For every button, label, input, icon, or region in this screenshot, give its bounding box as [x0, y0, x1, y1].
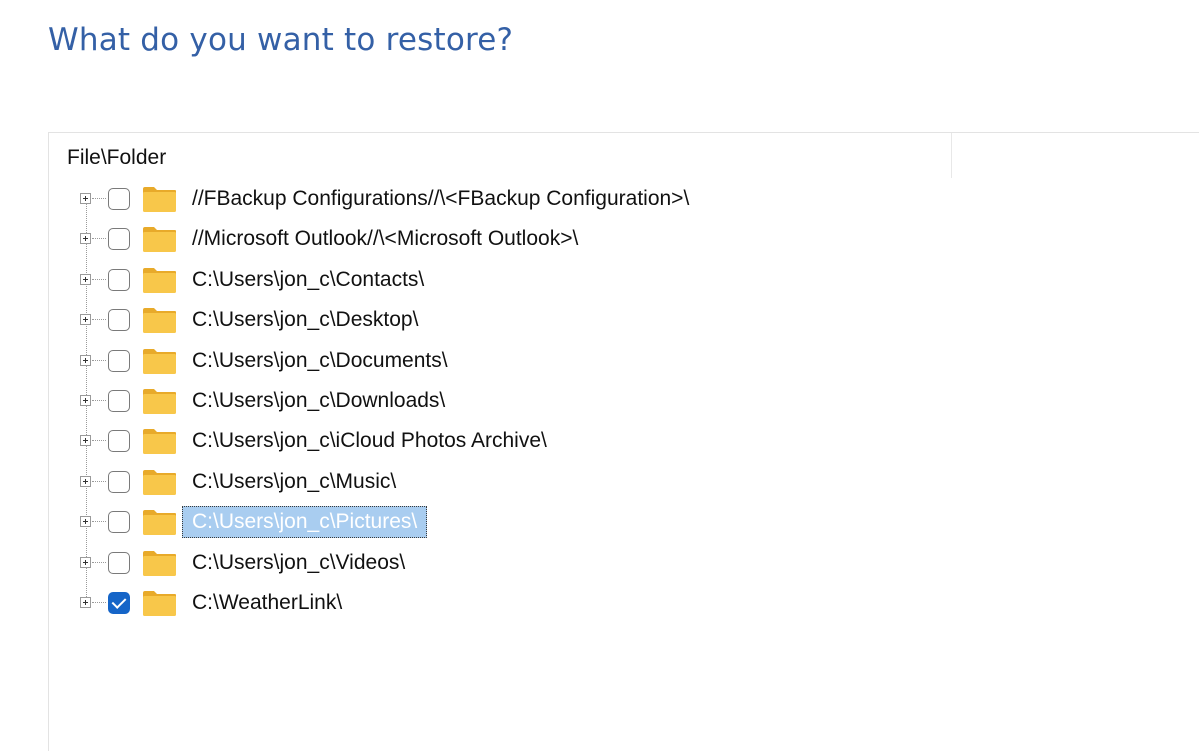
- page-title: What do you want to restore?: [48, 22, 514, 58]
- tree-row[interactable]: C:\Users\jon_c\Contacts\: [49, 260, 1149, 300]
- tree-row[interactable]: C:\Users\jon_c\Desktop\: [49, 300, 1149, 340]
- folder-icon: [143, 227, 176, 253]
- tree-branch-line: [92, 319, 106, 321]
- folder-icon: [143, 429, 176, 455]
- item-checkbox[interactable]: [108, 470, 130, 493]
- tree-item-label[interactable]: //Microsoft Outlook//\<Microsoft Outlook…: [189, 225, 581, 253]
- folder-icon: [143, 389, 176, 414]
- tree-row[interactable]: //Microsoft Outlook//\<Microsoft Outlook…: [49, 219, 1149, 259]
- tree-row[interactable]: //FBackup Configurations//\<FBackup Conf…: [49, 179, 1149, 219]
- tree-branch-line: [92, 561, 106, 563]
- expand-plus-icon[interactable]: [80, 395, 91, 406]
- tree-item-label[interactable]: C:\Users\jon_c\Music\: [189, 468, 399, 496]
- tree-branch-line: [92, 238, 106, 240]
- tree-row[interactable]: C:\Users\jon_c\Videos\: [49, 543, 1149, 583]
- expand-plus-icon[interactable]: [80, 193, 91, 204]
- tree-item-label[interactable]: C:\Users\jon_c\Videos\: [189, 549, 408, 577]
- restore-tree-panel: File\Folder //FBackup Configurations//\<…: [48, 132, 1199, 751]
- folder-icon: [143, 348, 176, 374]
- item-checkbox[interactable]: [108, 188, 130, 210]
- tree-branch-line: [92, 359, 106, 361]
- folder-icon: [143, 591, 176, 616]
- item-checkbox[interactable]: [108, 349, 130, 372]
- tree-branch-line: [92, 278, 106, 280]
- tree-branch-line: [92, 602, 106, 603]
- folder-icon: [143, 510, 176, 536]
- tree-item-label[interactable]: C:\Users\jon_c\Contacts\: [189, 266, 427, 294]
- expand-plus-icon[interactable]: [80, 354, 91, 366]
- tree-row[interactable]: C:\Users\jon_c\Music\: [49, 462, 1149, 502]
- tree-branch-line: [92, 198, 106, 199]
- expand-plus-icon[interactable]: [80, 435, 91, 447]
- tree-row[interactable]: C:\Users\jon_c\Pictures\: [49, 502, 1149, 542]
- tree-item-label[interactable]: C:\Users\jon_c\Documents\: [189, 347, 451, 375]
- column-header-label: File\Folder: [67, 146, 167, 169]
- folder-icon: [143, 550, 176, 576]
- expand-plus-icon[interactable]: [80, 233, 91, 245]
- tree-branch-line: [92, 521, 106, 523]
- tree-branch-line: [92, 400, 106, 401]
- tree-row[interactable]: C:\Users\jon_c\iCloud Photos Archive\: [49, 421, 1149, 461]
- tree-item-label[interactable]: //FBackup Configurations//\<FBackup Conf…: [189, 185, 692, 213]
- tree-row[interactable]: C:\WeatherLink\: [49, 583, 1149, 623]
- tree-item-label[interactable]: C:\WeatherLink\: [189, 589, 345, 617]
- tree-row[interactable]: C:\Users\jon_c\Downloads\: [49, 381, 1149, 421]
- expand-plus-icon[interactable]: [80, 273, 91, 285]
- tree-branch-line: [92, 480, 106, 482]
- folder-icon: [143, 308, 176, 334]
- item-checkbox[interactable]: [108, 551, 130, 574]
- item-checkbox[interactable]: [108, 309, 130, 332]
- item-checkbox[interactable]: [108, 430, 130, 453]
- column-header-file-folder[interactable]: File\Folder: [49, 133, 952, 178]
- expand-plus-icon[interactable]: [80, 516, 91, 528]
- tree-branch-line: [92, 440, 106, 442]
- expand-plus-icon[interactable]: [80, 475, 91, 487]
- tree-item-label[interactable]: C:\Users\jon_c\Pictures\: [182, 506, 428, 539]
- expand-plus-icon[interactable]: [80, 597, 91, 608]
- expand-plus-icon[interactable]: [80, 556, 91, 568]
- tree-item-label[interactable]: C:\Users\jon_c\Desktop\: [189, 306, 421, 334]
- item-checkbox[interactable]: [108, 511, 130, 534]
- tree-row[interactable]: C:\Users\jon_c\Documents\: [49, 341, 1149, 381]
- folder-icon: [143, 267, 176, 293]
- item-checkbox[interactable]: [108, 268, 130, 291]
- item-checkbox[interactable]: [108, 390, 130, 412]
- tree-item-label[interactable]: C:\Users\jon_c\iCloud Photos Archive\: [189, 427, 550, 455]
- expand-plus-icon[interactable]: [80, 314, 91, 326]
- item-checkbox[interactable]: [108, 592, 130, 614]
- folder-icon: [143, 187, 176, 212]
- folder-icon: [143, 469, 176, 495]
- item-checkbox[interactable]: [108, 228, 130, 251]
- tree-item-label[interactable]: C:\Users\jon_c\Downloads\: [189, 387, 448, 415]
